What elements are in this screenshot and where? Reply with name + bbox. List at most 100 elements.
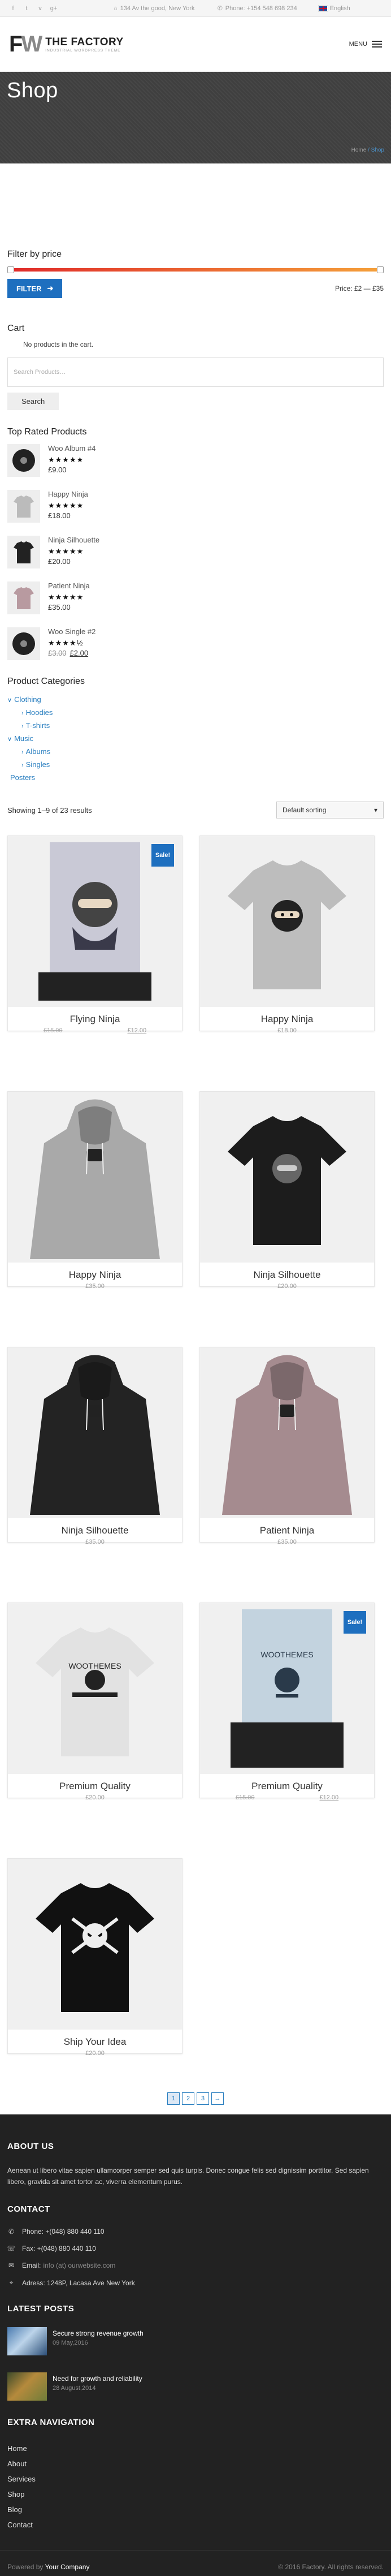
top-rated-item[interactable]: Happy Ninja ★★★★★ £18.00 xyxy=(7,490,384,525)
filter-button[interactable]: FILTER ➜ xyxy=(7,279,63,298)
footer-nav-about[interactable]: About xyxy=(7,2456,384,2471)
footer-nav-shop[interactable]: Shop xyxy=(7,2487,384,2502)
top-address: ⌂ 134 Av the good, New York xyxy=(114,5,195,12)
top-rated-item[interactable]: Woo Single #2 ★★★★½ £3.00 £2.00 xyxy=(7,627,384,662)
product-image[interactable] xyxy=(8,1859,182,2030)
top-phone: ✆ Phone: +154 548 698 234 xyxy=(217,5,297,12)
product-card[interactable]: Sale! Flying Ninja £15.00 £12.00 xyxy=(7,835,183,1034)
site-header: FW THE FACTORY INDUSTRIAL WORDPRESS THEM… xyxy=(0,17,391,72)
page-2[interactable]: 2 xyxy=(182,2092,194,2105)
category-clothing[interactable]: ∨ Clothing xyxy=(7,693,384,707)
footer-nav-blog[interactable]: Blog xyxy=(7,2502,384,2517)
price-slider[interactable] xyxy=(7,266,384,273)
star-rating: ★★★★★ xyxy=(48,593,84,601)
product-image[interactable]: WOOTHEMES xyxy=(8,1603,182,1774)
product-price: £35.00 xyxy=(48,603,71,611)
product-image[interactable] xyxy=(200,836,374,1007)
fax-icon: ☏ xyxy=(7,2245,16,2252)
site-logo[interactable]: FW THE FACTORY INDUSTRIAL WORDPRESS THEM… xyxy=(9,33,124,55)
product-card[interactable]: Patient Ninja £35.00 xyxy=(199,1347,375,1545)
product-price: £35.00 xyxy=(85,1283,105,1290)
footer-nav-services[interactable]: Services xyxy=(7,2471,384,2487)
footer-nav: Home About Services Shop Blog Contact xyxy=(7,2441,384,2532)
sale-badge: Sale! xyxy=(344,1611,366,1634)
product-card[interactable]: Happy Ninja £35.00 xyxy=(7,1091,183,1290)
product-card[interactable]: Ship Your Idea £20.00 xyxy=(7,1858,183,2057)
post-thumbnail xyxy=(7,2372,47,2401)
product-title[interactable]: Patient Ninja xyxy=(200,1525,374,1536)
top-rated-title: Top Rated Products xyxy=(7,427,87,437)
product-card[interactable]: Ninja Silhouette £35.00 xyxy=(7,1347,183,1545)
latest-post[interactable]: Need for growth and reliability 28 August… xyxy=(7,2372,384,2401)
product-price: £18.00 xyxy=(48,511,71,520)
sorting-select[interactable]: Default sorting ▾ xyxy=(276,802,384,819)
site-footer: ABOUT US Aenean ut libero vitae sapien u… xyxy=(0,2114,391,2576)
product-image[interactable]: WOOTHEMES Sale! xyxy=(200,1603,374,1774)
latest-post[interactable]: Secure strong revenue growth 09 May,2016 xyxy=(7,2327,384,2355)
product-title[interactable]: Happy Ninja xyxy=(200,1014,374,1025)
star-rating: ★★★★★ xyxy=(48,501,84,510)
breadcrumb-home[interactable]: Home xyxy=(351,147,367,153)
product-image[interactable] xyxy=(200,1092,374,1263)
top-rated-item[interactable]: Patient Ninja ★★★★★ £35.00 xyxy=(7,581,384,617)
chevron-right-icon: › xyxy=(21,723,24,730)
product-title[interactable]: Premium Quality xyxy=(200,1781,374,1792)
footer-nav-home[interactable]: Home xyxy=(7,2441,384,2456)
sale-badge: Sale! xyxy=(151,844,174,867)
footer-bottom-bar: Powered by Your Company © 2016 Factory. … xyxy=(0,2550,391,2576)
product-card[interactable]: Happy Ninja £18.00 xyxy=(199,835,375,1034)
product-price: £15.00 £12.00 xyxy=(43,1027,147,1034)
product-price: £9.00 xyxy=(48,466,67,474)
category-albums[interactable]: › Albums xyxy=(7,746,384,759)
menu-toggle[interactable]: MENU xyxy=(349,41,382,48)
category-tshirts[interactable]: › T-shirts xyxy=(7,720,384,733)
svg-text:WOOTHEMES: WOOTHEMES xyxy=(260,1650,313,1659)
product-title[interactable]: Ship Your Idea xyxy=(8,2036,182,2048)
product-title[interactable]: Ninja Silhouette xyxy=(8,1525,182,1536)
product-image[interactable]: Sale! xyxy=(8,836,182,1007)
product-image[interactable] xyxy=(8,1347,182,1518)
product-price: £15.00 £12.00 xyxy=(235,1794,339,1801)
twitter-icon[interactable]: t xyxy=(23,5,31,12)
footer-about-title: ABOUT US xyxy=(7,2142,54,2151)
product-title[interactable]: Happy Ninja xyxy=(8,1269,182,1281)
category-hoodies[interactable]: › Hoodies xyxy=(7,707,384,720)
top-rated-item[interactable]: Woo Album #4 ★★★★★ £9.00 xyxy=(7,444,384,479)
product-title[interactable]: Ninja Silhouette xyxy=(200,1269,374,1281)
logo-mark: FW xyxy=(9,32,42,57)
social-links: f t v g+ xyxy=(9,5,114,12)
footer-email: ✉ Email: info (at) ourwebsite.com xyxy=(8,2261,116,2269)
search-input[interactable]: Search Products… xyxy=(7,357,384,387)
page-3[interactable]: 3 xyxy=(197,2092,209,2105)
next-page-button[interactable]: → xyxy=(211,2092,224,2105)
hamburger-icon xyxy=(372,41,382,48)
language-switcher[interactable]: English xyxy=(318,5,350,12)
star-rating: ★★★★★ xyxy=(48,547,84,555)
powered-by-link[interactable]: Your Company xyxy=(45,2563,90,2571)
product-price: £20.00 xyxy=(277,1283,297,1290)
google-plus-icon[interactable]: g+ xyxy=(50,5,58,12)
product-title[interactable]: Flying Ninja xyxy=(8,1014,182,1025)
pagination: 1 2 3 → xyxy=(7,2092,384,2105)
phone-icon: ✆ xyxy=(8,2228,15,2235)
vimeo-icon[interactable]: v xyxy=(36,5,44,12)
search-button[interactable]: Search xyxy=(7,393,59,410)
category-singles[interactable]: › Singles xyxy=(7,759,384,772)
category-posters[interactable]: Posters xyxy=(7,772,384,783)
category-music[interactable]: ∨ Music xyxy=(7,733,384,746)
page-1[interactable]: 1 xyxy=(167,2092,180,2105)
top-rated-item[interactable]: Ninja Silhouette ★★★★★ £20.00 xyxy=(7,536,384,571)
product-image[interactable] xyxy=(8,1092,182,1263)
result-count: Showing 1–9 of 23 results xyxy=(7,805,92,815)
cart-empty-message: No products in the cart. xyxy=(23,341,94,348)
product-card[interactable]: WOOTHEMES Premium Quality £20.00 xyxy=(7,1603,183,1801)
product-title[interactable]: Premium Quality xyxy=(8,1781,182,1792)
post-thumbnail xyxy=(7,2327,47,2355)
price-slider-max-handle[interactable] xyxy=(377,266,384,273)
price-slider-min-handle[interactable] xyxy=(7,266,14,273)
product-card[interactable]: WOOTHEMES Sale! Premium Quality £15.00 £12… xyxy=(199,1603,375,1801)
product-card[interactable]: Ninja Silhouette £20.00 xyxy=(199,1091,375,1290)
facebook-icon[interactable]: f xyxy=(9,5,17,12)
footer-nav-contact[interactable]: Contact xyxy=(7,2517,384,2532)
product-image[interactable] xyxy=(200,1347,374,1518)
